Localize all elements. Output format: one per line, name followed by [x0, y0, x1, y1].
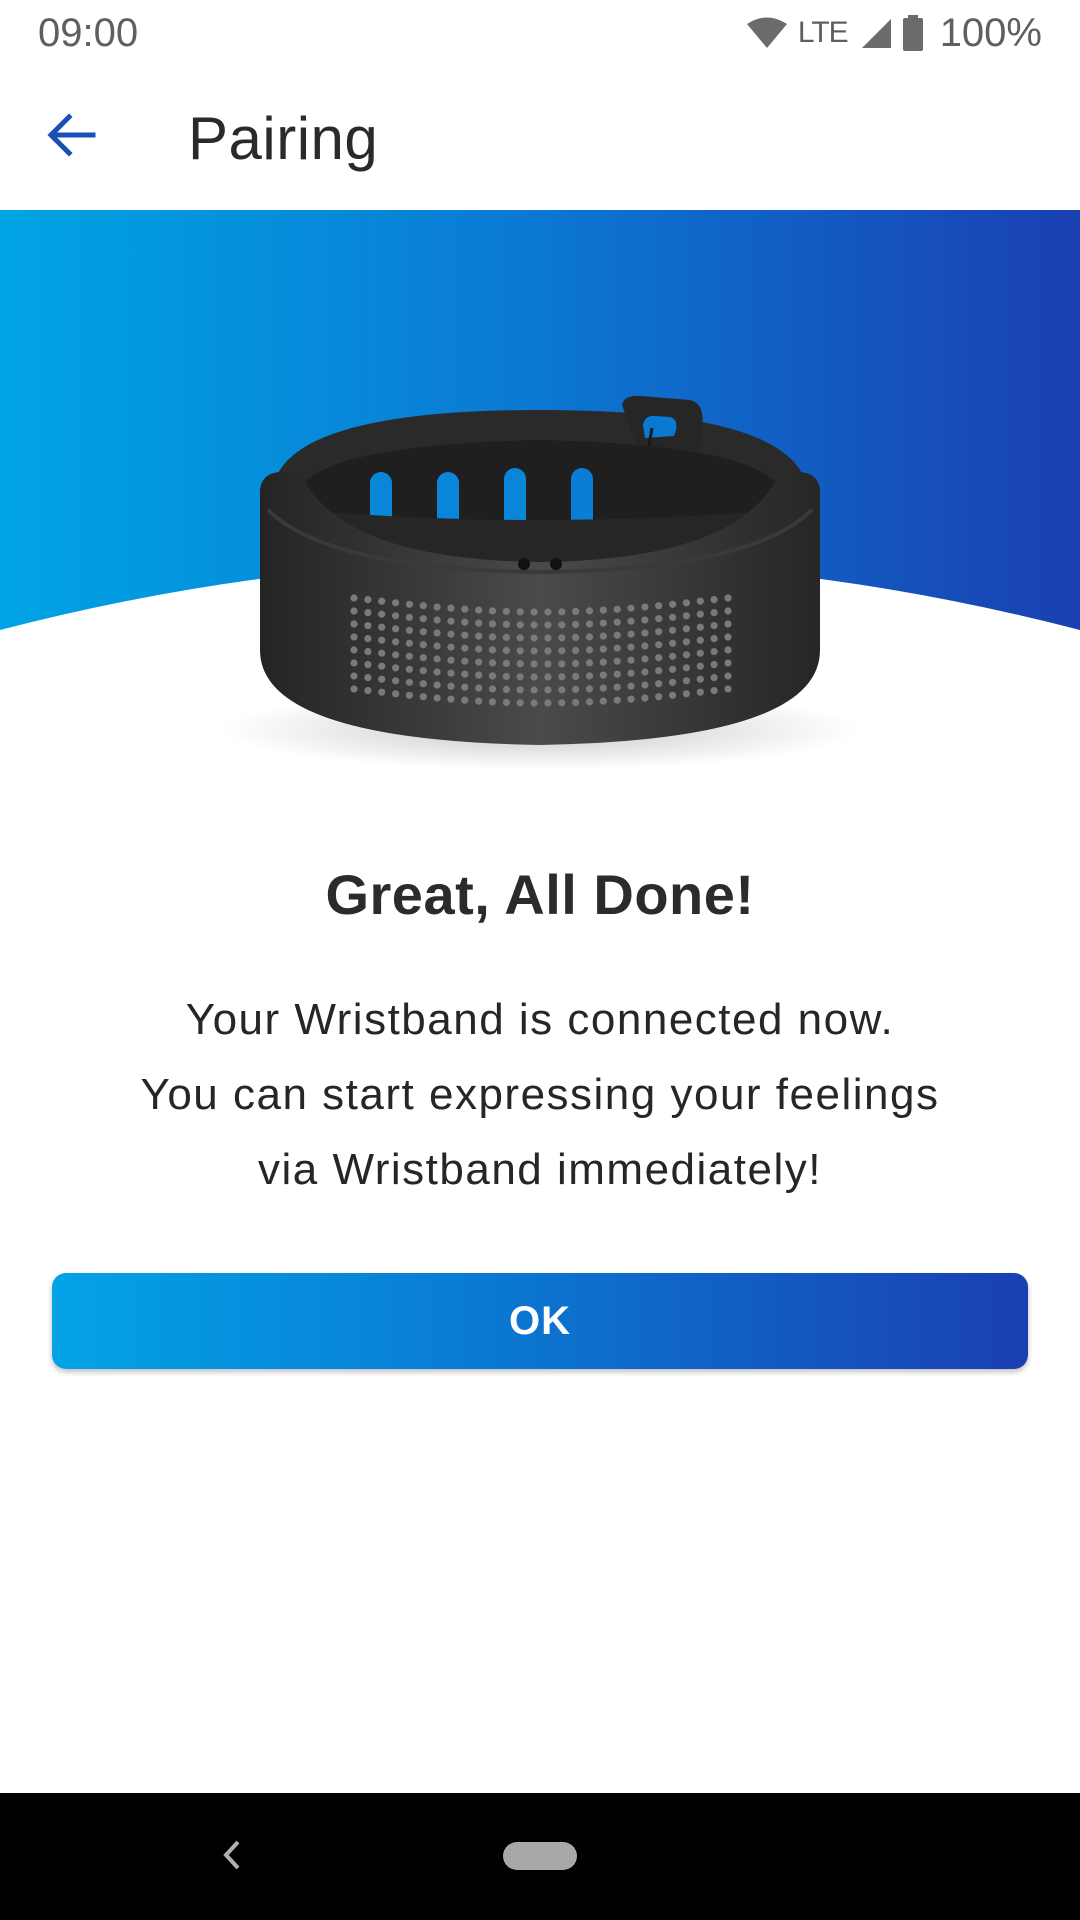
- battery-icon: [902, 15, 924, 51]
- battery-percent: 100%: [939, 10, 1042, 55]
- status-icons: LTE 100%: [746, 11, 1042, 56]
- back-button[interactable]: [36, 102, 106, 172]
- chevron-left-icon: [220, 1838, 244, 1877]
- ok-button[interactable]: OK: [52, 1273, 1028, 1369]
- home-pill-icon[interactable]: [503, 1842, 577, 1870]
- message-line: You can start expressing your feelings: [140, 1070, 940, 1119]
- app-bar: Pairing: [0, 66, 1080, 210]
- signal-icon: [860, 17, 892, 49]
- hero-banner: [0, 210, 1080, 790]
- network-type: LTE: [797, 16, 849, 49]
- pairing-screen: 09:00 LTE 100% Pairing Great, All Done! …: [0, 0, 1080, 1920]
- wifi-icon: [746, 17, 788, 49]
- message-line: Your Wristband is connected now.: [185, 995, 895, 1044]
- success-headline: Great, All Done!: [325, 863, 755, 926]
- status-time: 09:00: [38, 10, 139, 55]
- status-bar: 09:00 LTE 100%: [0, 0, 1080, 66]
- message-line: via Wristband immediately!: [258, 1145, 822, 1194]
- page-title: Pairing: [188, 105, 379, 172]
- nav-back-button[interactable]: [210, 1829, 254, 1885]
- wristband-illustration: [0, 210, 1080, 770]
- system-nav-bar: [0, 1793, 1080, 1920]
- arrow-left-icon: [45, 112, 97, 162]
- success-message: Your Wristband is connected now. You can…: [60, 982, 1020, 1207]
- ok-button-label: OK: [509, 1298, 571, 1343]
